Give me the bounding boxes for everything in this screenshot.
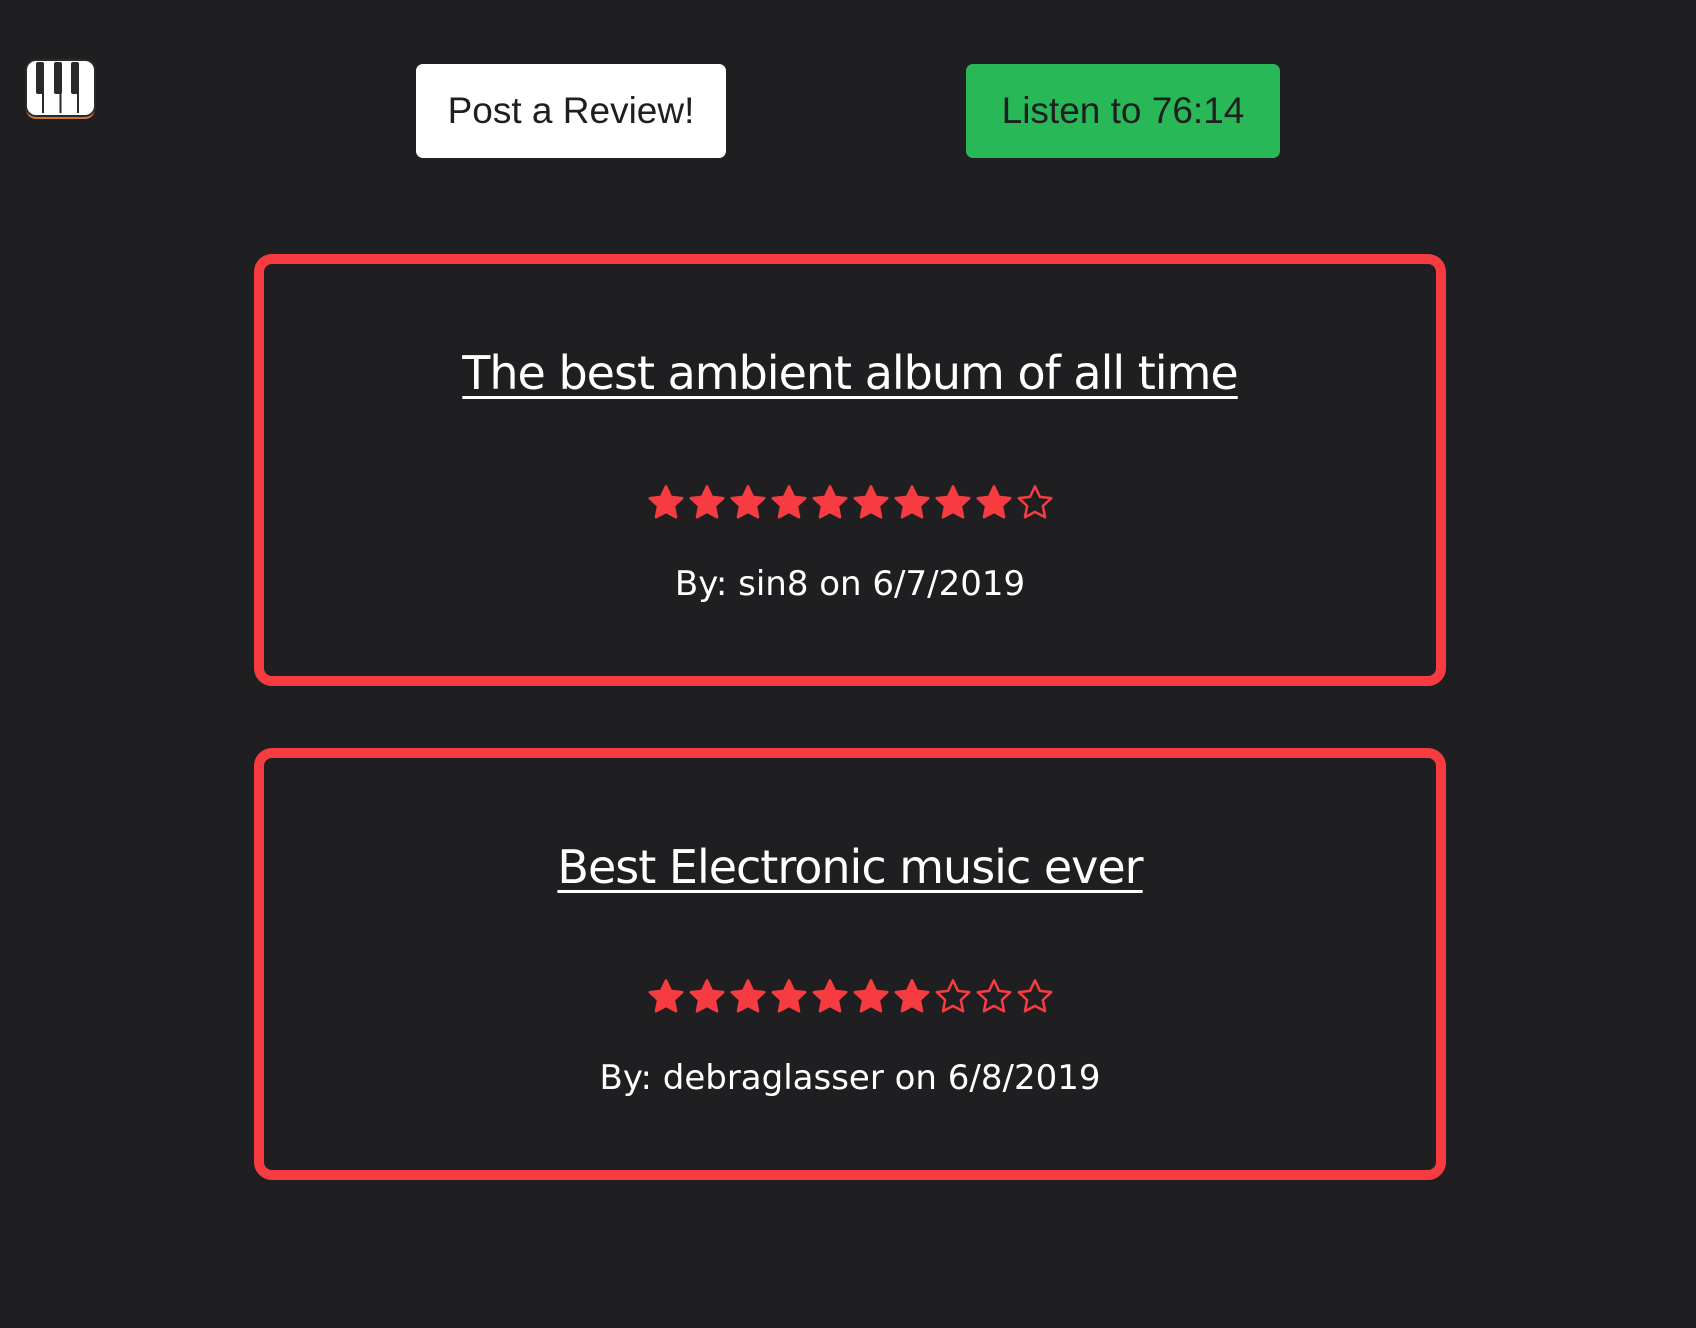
review-card: Best Electronic music ever By: debraglas… [254,748,1446,1180]
star-filled-icon [935,485,970,519]
post-review-button[interactable]: Post a Review! [416,64,726,158]
star-filled-icon [894,979,929,1013]
star-filled-icon [771,485,806,519]
star-filled-icon [894,485,929,519]
star-filled-icon [730,485,765,519]
review-byline: By: debraglasser on 6/8/2019 [599,1058,1101,1098]
star-filled-icon [648,485,683,519]
star-rating [264,978,1436,1016]
star-filled-icon [648,979,683,1013]
star-filled-icon [812,485,847,519]
star-empty-icon [1017,979,1052,1013]
review-title-link[interactable]: Best Electronic music ever [264,840,1436,894]
star-filled-icon [689,485,724,519]
star-filled-icon [853,485,888,519]
star-empty-icon [935,979,970,1013]
review-card: The best ambient album of all time By: s… [254,254,1446,686]
star-empty-icon [1017,485,1052,519]
review-byline: By: sin8 on 6/7/2019 [674,564,1026,604]
star-filled-icon [689,979,724,1013]
star-filled-icon [812,979,847,1013]
listen-button[interactable]: Listen to 76:14 [966,64,1280,158]
star-filled-icon [771,979,806,1013]
star-filled-icon [730,979,765,1013]
review-title-link[interactable]: The best ambient album of all time [264,346,1436,400]
star-filled-icon [976,485,1011,519]
star-empty-icon [976,979,1011,1013]
piano-logo-icon[interactable] [25,59,96,121]
star-rating [264,484,1436,522]
star-filled-icon [853,979,888,1013]
